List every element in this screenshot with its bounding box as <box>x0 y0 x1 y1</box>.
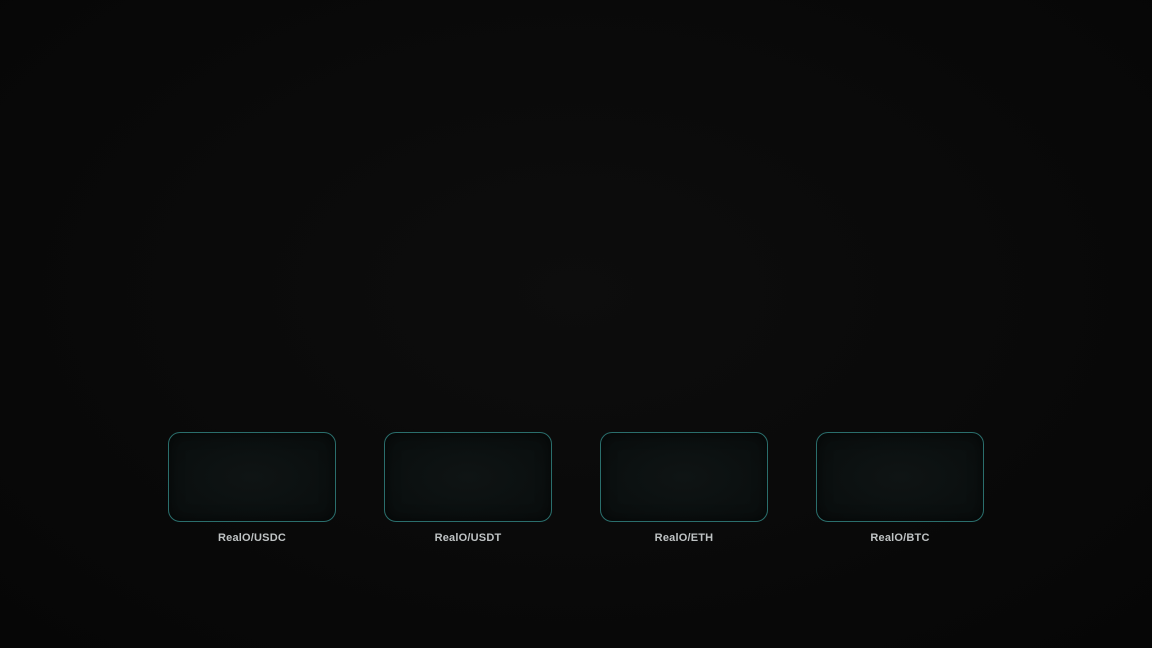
pair-option-realo-usdc[interactable]: RealO/USDC <box>168 432 336 544</box>
trading-pair-selector: RealO/USDC RealO/USDT RealO/ETH RealO/BT… <box>168 432 984 552</box>
pair-card[interactable] <box>816 432 984 522</box>
pair-label: RealO/BTC <box>870 532 930 544</box>
pair-option-realo-usdt[interactable]: RealO/USDT <box>384 432 552 544</box>
pair-option-realo-btc[interactable]: RealO/BTC <box>816 432 984 544</box>
pair-option-realo-eth[interactable]: RealO/ETH <box>600 432 768 544</box>
pair-card[interactable] <box>168 432 336 522</box>
pair-card[interactable] <box>600 432 768 522</box>
pair-card[interactable] <box>384 432 552 522</box>
pair-label: RealO/ETH <box>654 532 714 544</box>
pair-label: RealO/USDC <box>217 532 287 544</box>
pair-label: RealO/USDT <box>434 532 502 544</box>
